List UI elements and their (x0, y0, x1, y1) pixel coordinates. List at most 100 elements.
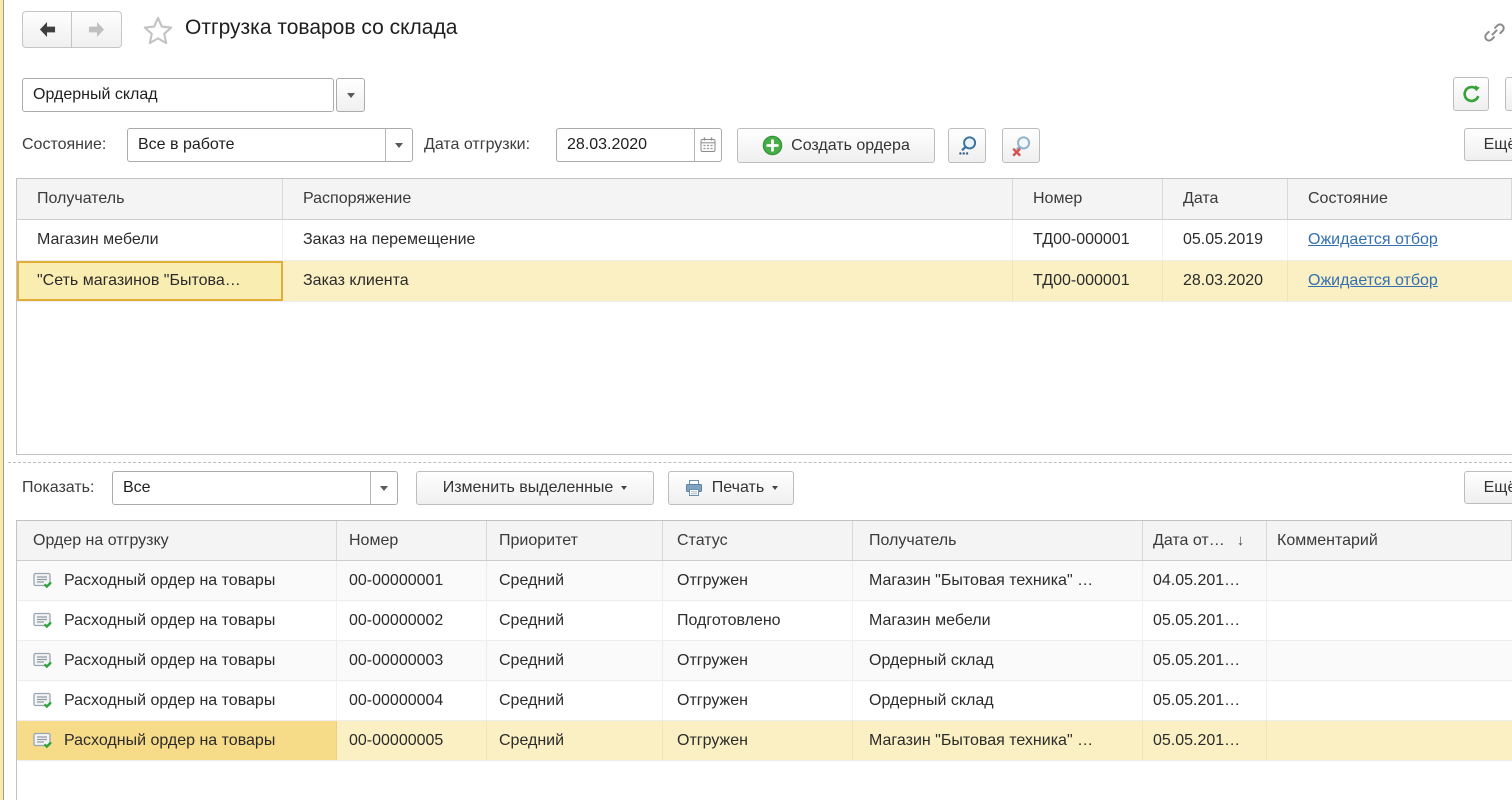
table-row[interactable]: Расходный ордер на товары 00-00000001 Ср… (17, 561, 1512, 601)
cell-date[interactable]: 05.05.2019 (1163, 220, 1288, 260)
cell-recipient[interactable]: Ордерный склад (853, 681, 1143, 720)
orders-source-table: Получатель Распоряжение Номер Дата Состо… (16, 178, 1512, 455)
cell-recipient[interactable]: Магазин "Бытовая техника" … (853, 561, 1143, 600)
more-button-top[interactable]: Ещё (1464, 128, 1512, 161)
cell-priority[interactable]: Средний (487, 561, 663, 600)
cell-priority[interactable]: Средний (487, 601, 663, 640)
back-button[interactable] (22, 11, 72, 48)
column-header-comment[interactable]: Комментарий (1267, 521, 1512, 560)
doc-type-label: Расходный ордер на товары (64, 692, 275, 710)
cell-status[interactable]: Подготовлено (663, 601, 853, 640)
show-combobox[interactable]: Все (112, 471, 398, 505)
table-row[interactable]: Расходный ордер на товары 00-00000002 Ср… (17, 601, 1512, 641)
cell-order[interactable]: Заказ клиента (283, 261, 1013, 301)
cell-date[interactable]: 28.03.2020 (1163, 261, 1288, 301)
link-icon[interactable] (1482, 20, 1507, 45)
cell-number[interactable]: ТД00-000001 (1013, 220, 1163, 260)
clipped-toolbar-button[interactable] (1505, 77, 1512, 111)
printer-icon (684, 478, 704, 498)
cell-status[interactable]: Отгружен (663, 641, 853, 680)
column-header-priority[interactable]: Приоритет (487, 521, 663, 560)
chevron-down-icon (621, 486, 627, 490)
ship-date-label: Дата отгрузки: (424, 136, 530, 154)
cell-number[interactable]: ТД00-000001 (1013, 261, 1163, 301)
table-row[interactable]: Магазин мебели Заказ на перемещение ТД00… (17, 220, 1512, 261)
print-label: Печать (712, 479, 764, 497)
cell-comment[interactable] (1267, 681, 1512, 720)
ship-date-value: 28.03.2020 (567, 136, 694, 154)
cell-number[interactable]: 00-00000003 (337, 641, 487, 680)
doc-type-label: Расходный ордер на товары (64, 652, 275, 670)
cell-number[interactable]: 00-00000004 (337, 681, 487, 720)
table-row[interactable]: Расходный ордер на товары 00-00000003 Ср… (17, 641, 1512, 681)
table-row[interactable]: Расходный ордер на товары 00-00000004 Ср… (17, 681, 1512, 721)
search-button[interactable] (948, 128, 986, 163)
cell-state: Ожидается отбор (1288, 261, 1512, 301)
cell-recipient[interactable]: Магазин "Бытовая техника" … (853, 721, 1143, 760)
cell-priority[interactable]: Средний (487, 721, 663, 760)
state-link[interactable]: Ожидается отбор (1308, 272, 1438, 290)
warehouse-value: Ордерный склад (33, 86, 333, 104)
warehouse-dropdown-button[interactable] (336, 78, 365, 112)
splitter-handle[interactable] (8, 462, 1512, 463)
shipment-from-warehouse-window: Отгрузка товаров со склада Ордерный скла… (0, 0, 1512, 800)
cell-ship-date[interactable]: 04.05.201… (1143, 561, 1267, 600)
cell-ship-date[interactable]: 05.05.201… (1143, 681, 1267, 720)
column-header-date[interactable]: Дата (1163, 179, 1288, 219)
column-header-recipient[interactable]: Получатель (17, 179, 283, 219)
column-header-order[interactable]: Распоряжение (283, 179, 1013, 219)
more-label: Ещё (1484, 479, 1512, 497)
cell-ship-date[interactable]: 05.05.201… (1143, 641, 1267, 680)
cell-recipient[interactable]: Магазин мебели (853, 601, 1143, 640)
edit-selected-button[interactable]: Изменить выделенные (416, 471, 654, 505)
column-header-recipient[interactable]: Получатель (853, 521, 1143, 560)
more-button-bottom[interactable]: Ещё (1464, 471, 1512, 504)
cell-comment[interactable] (1267, 561, 1512, 600)
cell-order[interactable]: Заказ на перемещение (283, 220, 1013, 260)
cell-recipient[interactable]: Ордерный склад (853, 641, 1143, 680)
cell-priority[interactable]: Средний (487, 641, 663, 680)
column-header-ship-date[interactable]: Дата от… ↓ (1143, 521, 1267, 560)
cell-recipient-current[interactable]: "Сеть магазинов "Бытова… (17, 261, 283, 301)
cell-status[interactable]: Отгружен (663, 681, 853, 720)
cell-doc[interactable]: Расходный ордер на товары (17, 681, 337, 720)
calendar-button[interactable] (694, 129, 721, 161)
cell-ship-date[interactable]: 05.05.201… (1143, 721, 1267, 760)
cell-doc-current[interactable]: Расходный ордер на товары (17, 721, 337, 760)
state-combobox[interactable]: Все в работе (127, 128, 413, 162)
cell-priority[interactable]: Средний (487, 681, 663, 720)
refresh-button[interactable] (1453, 77, 1489, 111)
cell-status[interactable]: Отгружен (663, 561, 853, 600)
cell-ship-date[interactable]: 05.05.201… (1143, 601, 1267, 640)
show-dropdown-button[interactable] (370, 472, 397, 504)
create-orders-button[interactable]: Создать ордера (737, 128, 935, 163)
cell-doc[interactable]: Расходный ордер на товары (17, 641, 337, 680)
nav-buttons (22, 11, 122, 48)
column-header-number[interactable]: Номер (1013, 179, 1163, 219)
forward-button[interactable] (72, 11, 122, 48)
cell-status[interactable]: Отгружен (663, 721, 853, 760)
table-row-selected[interactable]: "Сеть магазинов "Бытова… Заказ клиента Т… (17, 261, 1512, 302)
state-dropdown-button[interactable] (385, 129, 412, 161)
table-row-selected[interactable]: Расходный ордер на товары 00-00000005 Ср… (17, 721, 1512, 761)
cell-doc[interactable]: Расходный ордер на товары (17, 561, 337, 600)
cell-number[interactable]: 00-00000005 (337, 721, 487, 760)
warehouse-input[interactable]: Ордерный склад (22, 78, 334, 112)
cell-recipient[interactable]: Магазин мебели (17, 220, 283, 260)
cell-comment[interactable] (1267, 721, 1512, 760)
column-header-status[interactable]: Статус (663, 521, 853, 560)
column-header-doc[interactable]: Ордер на отгрузку (17, 521, 337, 560)
column-header-number[interactable]: Номер (337, 521, 487, 560)
cancel-search-button[interactable] (1002, 128, 1040, 163)
favorite-star-icon[interactable] (141, 14, 175, 48)
ship-date-input[interactable]: 28.03.2020 (556, 128, 722, 162)
print-button[interactable]: Печать (668, 471, 794, 505)
cell-comment[interactable] (1267, 601, 1512, 640)
cell-doc[interactable]: Расходный ордер на товары (17, 601, 337, 640)
arrow-right-icon (86, 21, 107, 38)
cell-number[interactable]: 00-00000001 (337, 561, 487, 600)
column-header-state[interactable]: Состояние (1288, 179, 1512, 219)
state-link[interactable]: Ожидается отбор (1308, 231, 1438, 249)
cell-number[interactable]: 00-00000002 (337, 601, 487, 640)
cell-comment[interactable] (1267, 641, 1512, 680)
